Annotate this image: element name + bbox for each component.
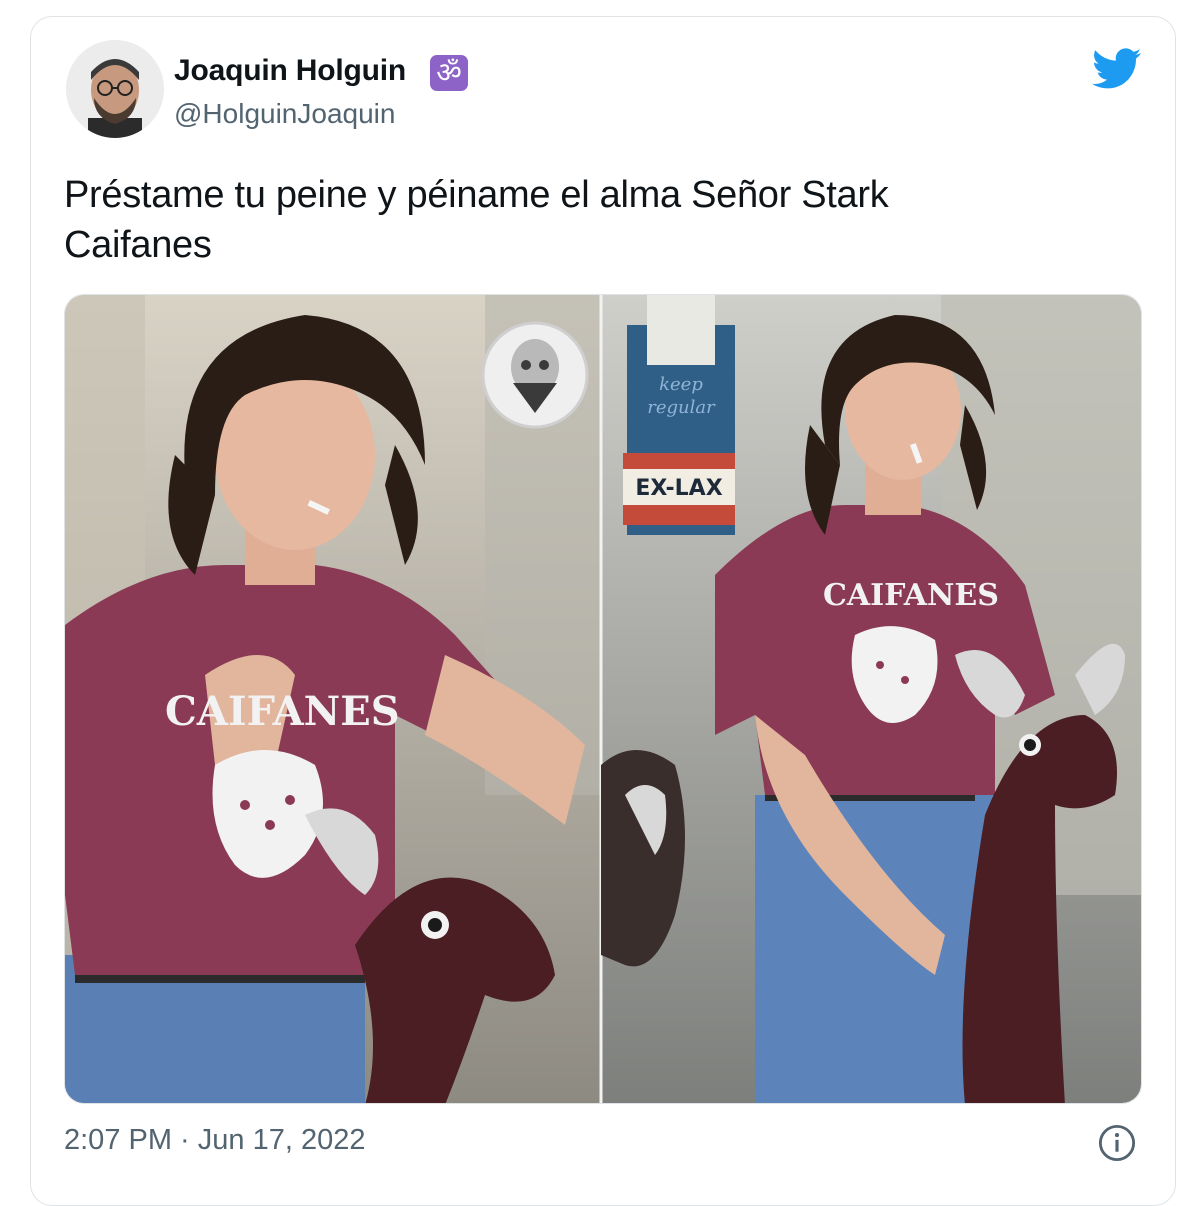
tweet-media-photo[interactable]: keep regular EX-LAX CAIFANES CAIFANES: [64, 294, 1142, 1104]
info-icon[interactable]: [1098, 1124, 1136, 1162]
author-avatar[interactable]: [66, 40, 164, 138]
right-shirt-text: CAIFANES: [823, 578, 999, 613]
avatar-image: [66, 40, 164, 138]
sign-regular-text: regular: [647, 397, 716, 418]
author-name[interactable]: Joaquin Holguin: [174, 54, 406, 88]
author-badge: ॐ: [430, 55, 468, 91]
sign-keep-text: keep: [659, 374, 703, 395]
tweet-text-line-2: Caifanes: [64, 224, 212, 266]
photo-collage: keep regular EX-LAX CAIFANES CAIFANES: [65, 295, 1141, 1103]
tweet-text: Préstame tu peine y péiname el alma Seño…: [64, 170, 1064, 270]
left-shirt-text: CAIFANES: [165, 688, 400, 735]
tweet-text-line-1: Préstame tu peine y péiname el alma Seño…: [64, 174, 889, 216]
tweet-timestamp[interactable]: 2:07 PM · Jun 17, 2022: [64, 1124, 365, 1157]
author-handle[interactable]: @HolguinJoaquin: [174, 98, 395, 130]
sign-exlax-text: EX-LAX: [635, 476, 722, 501]
twitter-bird-icon[interactable]: [1092, 48, 1142, 90]
